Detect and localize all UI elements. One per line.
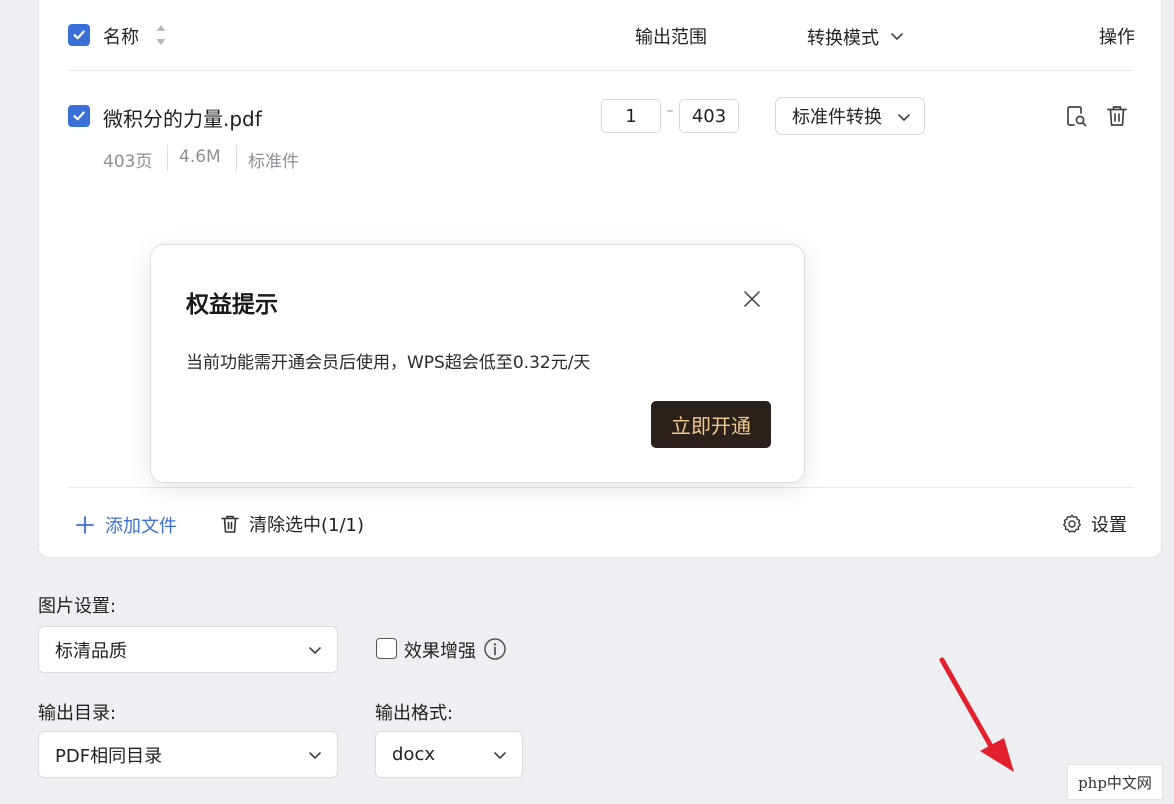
add-file-button[interactable]: 添加文件 — [75, 512, 177, 538]
select-all-checkbox[interactable] — [68, 24, 90, 46]
watermark-badge: php中文网 — [1067, 764, 1163, 800]
column-header-mode[interactable]: 转换模式 — [807, 24, 879, 50]
file-type: 标准件 — [248, 152, 299, 172]
meta-divider — [236, 145, 237, 171]
file-checkbox[interactable] — [68, 105, 90, 127]
file-size: 4.6M — [179, 147, 221, 167]
image-settings-label: 图片设置: — [38, 596, 117, 617]
chevron-down-icon — [494, 752, 506, 759]
chevron-down-icon — [896, 109, 912, 125]
column-header-range: 输出范围 — [635, 27, 707, 48]
output-dir-value: PDF相同目录 — [55, 745, 163, 767]
clear-selected-button[interactable]: 清除选中(1/1) — [219, 511, 364, 537]
benefit-modal: 权益提示 当前功能需开通会员后使用，WPS超会低至0.32元/天 立即开通 — [150, 244, 805, 483]
output-dir-label: 输出目录: — [38, 703, 117, 724]
enhance-label: 效果增强 — [404, 641, 476, 662]
output-format-label: 输出格式: — [375, 703, 454, 724]
enhance-checkbox[interactable] — [376, 638, 397, 659]
settings-button[interactable]: 设置 — [1061, 511, 1127, 537]
conversion-mode-value: 标准件转换 — [792, 107, 882, 128]
range-from-input[interactable]: 1 — [601, 99, 661, 133]
modal-message: 当前功能需开通会员后使用，WPS超会低至0.32元/天 — [186, 353, 591, 373]
file-name: 微积分的力量.pdf — [103, 107, 262, 131]
info-icon[interactable] — [483, 637, 507, 661]
conversion-mode-select[interactable]: 标准件转换 — [775, 97, 925, 135]
output-dir-select[interactable]: PDF相同目录 — [38, 731, 338, 778]
column-header-action: 操作 — [1099, 27, 1135, 48]
image-quality-value: 标清品质 — [55, 640, 127, 662]
add-file-label: 添加文件 — [105, 516, 177, 537]
image-quality-select[interactable]: 标清品质 — [38, 626, 338, 673]
meta-divider — [167, 145, 168, 171]
activate-now-button[interactable]: 立即开通 — [651, 401, 771, 448]
range-to-input[interactable]: 403 — [679, 99, 739, 133]
file-pages: 403页 — [103, 152, 153, 172]
header-divider — [68, 70, 1134, 71]
chevron-down-icon[interactable] — [889, 28, 905, 44]
column-header-name: 名称 — [103, 27, 139, 48]
annotation-arrow-icon — [939, 657, 1014, 772]
close-icon[interactable] — [742, 289, 762, 309]
gear-icon — [1063, 514, 1081, 533]
checkmark-icon — [73, 111, 85, 121]
chevron-down-icon — [309, 752, 321, 759]
delete-icon[interactable] — [1104, 103, 1130, 129]
output-format-value: docx — [392, 744, 435, 765]
range-separator: – — [666, 103, 674, 119]
preview-icon[interactable] — [1063, 103, 1089, 129]
output-format-select[interactable]: docx — [375, 731, 523, 778]
modal-title: 权益提示 — [186, 292, 278, 318]
settings-label: 设置 — [1091, 515, 1127, 536]
plus-icon — [76, 516, 94, 534]
clear-selected-label: 清除选中(1/1) — [249, 515, 365, 536]
footer-divider — [68, 487, 1134, 488]
checkmark-icon — [73, 30, 85, 40]
trash-icon — [221, 515, 239, 533]
sort-icon[interactable] — [155, 23, 167, 47]
chevron-down-icon — [309, 647, 321, 654]
